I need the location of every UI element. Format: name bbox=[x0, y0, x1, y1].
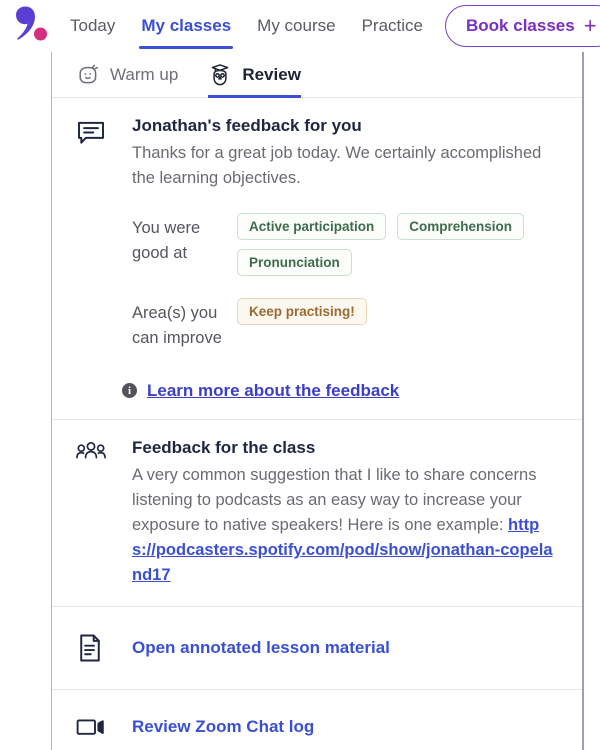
tab-warm-up[interactable]: Warm up bbox=[76, 52, 178, 98]
class-feedback-section: Feedback for the class A very common sug… bbox=[52, 420, 582, 608]
panel-scroll-track[interactable] bbox=[582, 52, 584, 750]
chip-active-participation: Active participation bbox=[237, 213, 387, 241]
nav-link-my-course[interactable]: My course bbox=[257, 0, 335, 52]
chip-comprehension: Comprehension bbox=[397, 213, 525, 241]
good-at-label: You were good at bbox=[132, 219, 201, 262]
info-icon: i bbox=[122, 383, 137, 399]
sub-tab-bar: Warm up Review bbox=[52, 52, 582, 98]
nav-links: Today My classes My course Practice bbox=[70, 0, 423, 52]
class-feedback-paragraph: A very common suggestion that I like to … bbox=[132, 465, 537, 534]
teacher-feedback-body: Jonathan's feedback for you Thanks for a… bbox=[122, 116, 558, 401]
open-lesson-material-row[interactable]: Open annotated lesson material bbox=[52, 607, 582, 691]
improve-label: Area(s) you can improve bbox=[132, 304, 222, 347]
chip-pronunciation: Pronunciation bbox=[237, 249, 352, 277]
review-zoom-chat-log-row[interactable]: Review Zoom Chat log bbox=[52, 690, 582, 750]
improve-chips: Keep practising! bbox=[237, 298, 558, 351]
face-mask-icon bbox=[76, 63, 100, 87]
people-group-icon bbox=[76, 441, 106, 459]
review-panel: Warm up Review Jonathan's feedback for y… bbox=[52, 52, 582, 750]
teacher-feedback-section: Jonathan's feedback for you Thanks for a… bbox=[52, 98, 582, 420]
learn-more-row[interactable]: i Learn more about the feedback bbox=[122, 381, 558, 401]
class-feedback-title: Feedback for the class bbox=[132, 437, 316, 457]
people-group-icon-wrap bbox=[76, 438, 132, 588]
nav-link-practice[interactable]: Practice bbox=[362, 0, 423, 52]
tab-review-label: Review bbox=[242, 64, 301, 84]
good-at-chips: Active participation Comprehension Pronu… bbox=[237, 213, 558, 277]
video-camera-icon bbox=[76, 719, 104, 735]
tab-review[interactable]: Review bbox=[208, 52, 301, 98]
owl-graduate-icon bbox=[208, 63, 232, 87]
content-panel-wrapper: Warm up Review Jonathan's feedback for y… bbox=[0, 52, 600, 750]
open-lesson-material-label: Open annotated lesson material bbox=[132, 638, 390, 658]
video-camera-icon-wrap bbox=[76, 716, 132, 738]
speech-bubble-icon-wrap bbox=[76, 116, 132, 401]
class-feedback-body: Feedback for the class A very common sug… bbox=[132, 438, 558, 588]
chip-keep-practising: Keep practising! bbox=[237, 298, 367, 326]
learn-more-link[interactable]: Learn more about the feedback bbox=[147, 381, 399, 401]
brand-logo[interactable] bbox=[10, 6, 56, 46]
tab-warm-up-label: Warm up bbox=[110, 64, 179, 84]
good-at-row: You were good at Active participation Co… bbox=[132, 213, 558, 277]
document-icon bbox=[80, 634, 100, 662]
comma-logo-icon bbox=[16, 6, 47, 41]
book-classes-button[interactable]: Book classes + bbox=[445, 5, 600, 47]
nav-link-my-classes[interactable]: My classes bbox=[139, 0, 233, 52]
teacher-feedback-text: Thanks for a great job today. We certain… bbox=[132, 144, 542, 188]
document-icon-wrap bbox=[76, 633, 132, 663]
nav-link-today[interactable]: Today bbox=[70, 0, 115, 52]
book-classes-label: Book classes bbox=[466, 16, 575, 35]
class-feedback-text: A very common suggestion that I like to … bbox=[132, 463, 558, 588]
teacher-feedback-title: Jonathan's feedback for you bbox=[132, 116, 362, 135]
plus-icon: + bbox=[583, 13, 597, 38]
review-zoom-chat-log-label: Review Zoom Chat log bbox=[132, 717, 315, 737]
improve-row: Area(s) you can improve Keep practising! bbox=[132, 298, 558, 351]
speech-bubble-icon bbox=[78, 121, 104, 144]
top-navigation-bar: Today My classes My course Practice Book… bbox=[0, 0, 600, 52]
